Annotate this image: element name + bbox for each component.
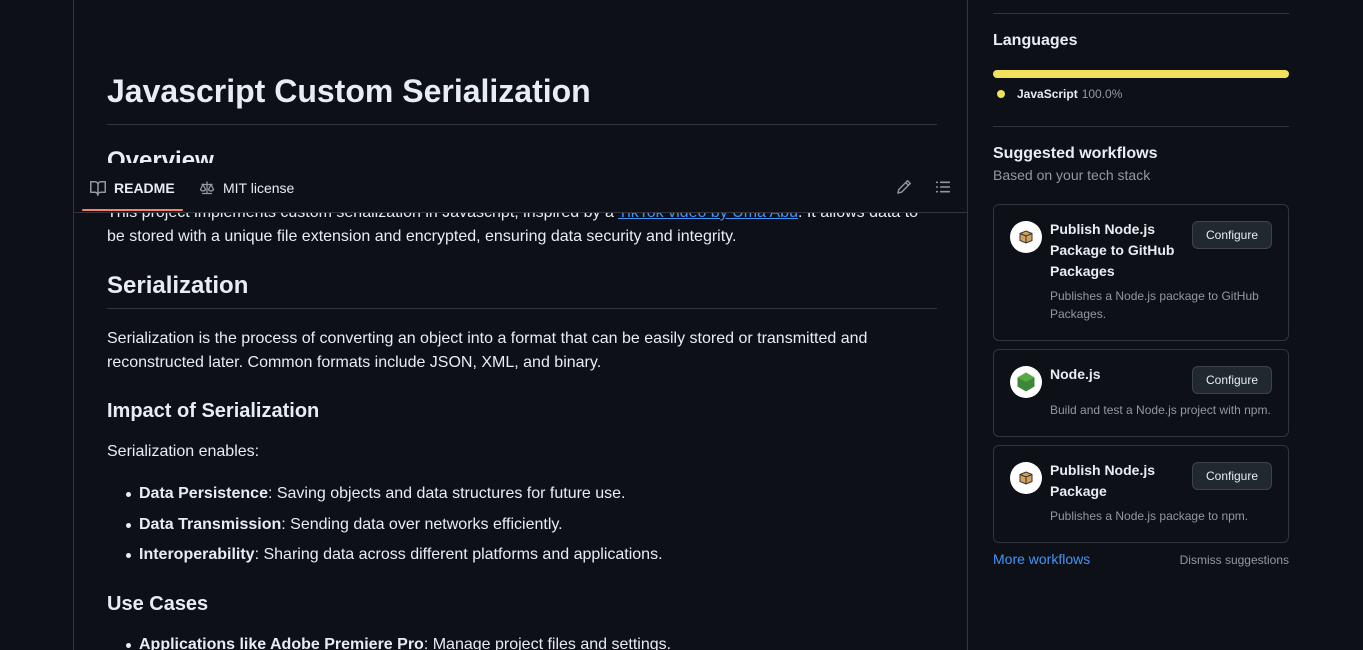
impact-list: Data Persistence: Saving objects and dat… <box>107 482 937 574</box>
use-cases-list: Applications like Adobe Premiere Pro: Ma… <box>107 633 937 650</box>
list-item-term: Applications like Adobe Premiere Pro <box>139 636 424 650</box>
impact-heading: Impact of Serialization <box>107 400 320 422</box>
outline-button[interactable] <box>935 179 953 197</box>
languages-heading: Languages <box>993 32 1078 49</box>
tab-readme-label: README <box>114 179 175 196</box>
configure-button[interactable]: Configure <box>1192 366 1272 394</box>
list-item-desc: : Saving objects and data structures for… <box>267 485 626 502</box>
serialization-heading: Serialization <box>107 271 937 309</box>
edit-button[interactable] <box>896 179 914 197</box>
workflow-title: Publish Node.js Package to GitHub Packag… <box>1050 221 1175 279</box>
active-tab-indicator <box>82 209 183 211</box>
readme-tab-bar: README MIT license <box>74 163 967 213</box>
list-item-desc: : Sending data over networks efficiently… <box>281 515 563 533</box>
sidebar: Languages JavaScript 100.0% Suggested wo… <box>993 0 1289 650</box>
book-icon <box>90 180 106 196</box>
suggested-workflows-heading: Suggested workflows <box>993 145 1158 162</box>
divider <box>993 126 1289 127</box>
language-name: JavaScript <box>1017 87 1078 101</box>
workflow-title: Publish Node.js Package <box>1050 462 1156 499</box>
list-item-desc: : Manage project files and settings. <box>423 636 672 650</box>
language-item[interactable]: JavaScript 100.0% <box>997 87 1122 101</box>
package-icon <box>1010 221 1042 253</box>
list-item: Applications like Adobe Premiere Pro: Ma… <box>107 633 937 650</box>
serialization-paragraph: Serialization is the process of converti… <box>107 330 868 371</box>
tab-mit-license[interactable]: MIT license <box>199 163 294 212</box>
list-item-term: Interoperability <box>139 546 255 563</box>
workflow-card: Node.js Configure Build and test a Node.… <box>993 349 1289 437</box>
list-item: Interoperability: Sharing data across di… <box>107 543 937 567</box>
list-item-term: Data Persistence <box>139 485 268 502</box>
language-color-dot <box>997 90 1005 98</box>
language-percent: 100.0% <box>1081 87 1123 101</box>
tab-readme[interactable]: README <box>90 163 175 212</box>
package-icon <box>1010 462 1042 494</box>
list-item: Data Persistence: Saving objects and dat… <box>107 482 937 506</box>
workflow-description: Publishes a Node.js package to GitHub Pa… <box>1050 289 1259 321</box>
tab-mit-license-label: MIT license <box>223 179 295 196</box>
workflow-card: Publish Node.js Package Configure Publis… <box>993 445 1289 543</box>
workflow-description: Publishes a Node.js package to npm. <box>1050 509 1249 523</box>
divider <box>993 13 1289 14</box>
pencil-icon <box>897 179 912 194</box>
configure-button[interactable]: Configure <box>1192 462 1272 490</box>
impact-intro: Serialization enables: <box>107 443 260 460</box>
language-bar <box>993 70 1289 78</box>
law-icon <box>199 181 215 194</box>
list-icon <box>936 181 950 193</box>
configure-button[interactable]: Configure <box>1192 221 1272 249</box>
workflow-description: Build and test a Node.js project with np… <box>1050 403 1271 417</box>
readme-panel: Javascript Custom Serialization Overview… <box>73 0 968 650</box>
dismiss-suggestions-button[interactable]: Dismiss suggestions <box>1180 553 1289 567</box>
workflow-card: Publish Node.js Package to GitHub Packag… <box>993 204 1289 341</box>
workflow-title: Node.js <box>1050 366 1101 382</box>
list-item: Data Transmission: Sending data over net… <box>107 513 937 537</box>
list-item-desc: : Sharing data across different platform… <box>254 546 663 563</box>
workflows-subtitle: Based on your tech stack <box>993 167 1151 183</box>
more-workflows-link[interactable]: More workflows <box>993 551 1090 567</box>
use-cases-heading: Use Cases <box>107 593 209 615</box>
readme-title: Javascript Custom Serialization <box>107 73 937 125</box>
nodejs-icon <box>1010 366 1042 398</box>
list-item-term: Data Transmission <box>139 515 282 533</box>
